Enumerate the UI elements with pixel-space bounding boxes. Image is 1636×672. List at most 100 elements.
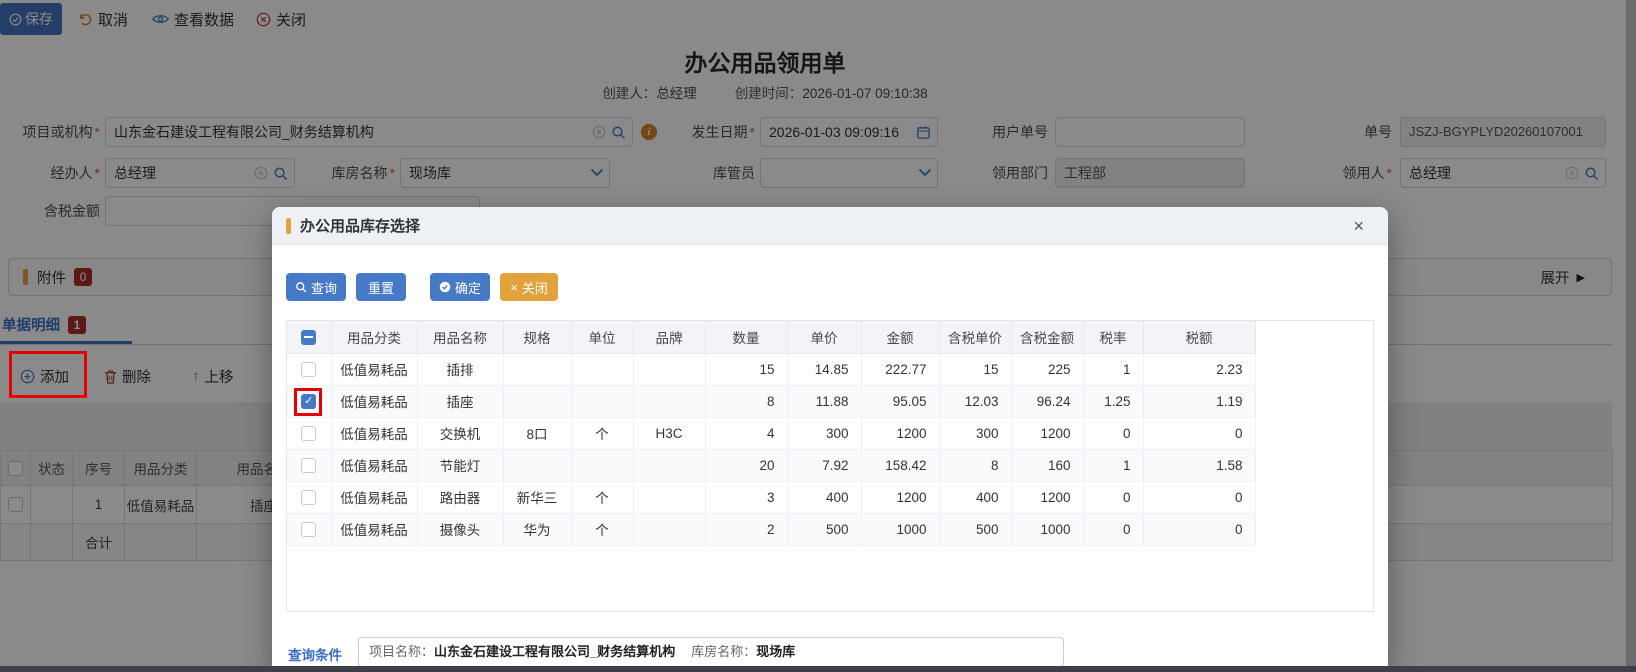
row-checkbox[interactable]: [301, 522, 316, 537]
cell: 插座: [417, 385, 503, 417]
cell: H3C: [633, 417, 705, 449]
col-tax-amount: 含税金额: [1011, 321, 1083, 353]
cell: [503, 449, 571, 481]
cell: 225: [1011, 353, 1083, 385]
cell: [633, 481, 705, 513]
dialog-close-icon[interactable]: ×: [1353, 217, 1364, 235]
cell: [633, 449, 705, 481]
screen: 保存 取消 查看数据 关闭 办公用品领用单: [0, 0, 1636, 672]
cell: 低值易耗品: [331, 481, 417, 513]
dialog-close-label: 关闭: [522, 278, 548, 297]
cell: 15: [939, 353, 1011, 385]
col-unit: 单位: [571, 321, 633, 353]
row-checkbox[interactable]: [301, 458, 316, 473]
cell: 0: [1143, 513, 1255, 545]
warehouse-name-value: 现场库: [756, 644, 795, 659]
cell: [503, 385, 571, 417]
col-tax-price: 含税单价: [939, 321, 1011, 353]
cell: 节能灯: [417, 449, 503, 481]
cell: 1200: [861, 417, 939, 449]
cell: 1000: [1011, 513, 1083, 545]
cell: 400: [787, 481, 861, 513]
cell: 160: [1011, 449, 1083, 481]
row-checkbox[interactable]: [301, 362, 316, 377]
cell: 1: [1083, 449, 1143, 481]
select-all-checkbox[interactable]: [301, 330, 316, 345]
cell: 300: [939, 417, 1011, 449]
header-checkbox-cell: [287, 321, 331, 353]
cell: 华为: [503, 513, 571, 545]
warehouse-name-label: 库房名称：: [691, 644, 756, 659]
cell: 个: [571, 513, 633, 545]
x-icon: ×: [510, 280, 518, 295]
cell: 插排: [417, 353, 503, 385]
cell: 96.24: [1011, 385, 1083, 417]
cell: 500: [787, 513, 861, 545]
query-button[interactable]: 查询: [286, 273, 346, 301]
cell: 7.92: [787, 449, 861, 481]
cell: [633, 513, 705, 545]
inventory-row: 低值易耗品 路由器 新华三 个 3 400 1200 400 1200 0 0: [287, 481, 1255, 513]
cell: 低值易耗品: [331, 417, 417, 449]
project-name-label: 项目名称：: [369, 644, 434, 659]
cell: 4: [705, 417, 787, 449]
confirm-label: 确定: [455, 278, 481, 297]
cell: [571, 385, 633, 417]
row-checkbox[interactable]: [301, 426, 316, 441]
inventory-row: 低值易耗品 插排 15 14.85 222.77 15 225 1 2.23: [287, 353, 1255, 385]
cell: 0: [1083, 481, 1143, 513]
query-condition-label: 查询条件: [288, 644, 342, 664]
cell: [503, 353, 571, 385]
cell: 1.25: [1083, 385, 1143, 417]
query-condition-box: 项目名称：山东金石建设工程有限公司_财务结算机构 库房名称：现场库: [358, 637, 1064, 667]
col-tax-rate: 税率: [1083, 321, 1143, 353]
confirm-button[interactable]: 确定: [430, 273, 490, 301]
inventory-row: 低值易耗品 交换机 8口 个 H3C 4 300 1200 300 1200 0…: [287, 417, 1255, 449]
cell: 1000: [861, 513, 939, 545]
cell: 12.03: [939, 385, 1011, 417]
cell: [571, 353, 633, 385]
col-spec: 规格: [503, 321, 571, 353]
inventory-table-container: 用品分类 用品名称 规格 单位 品牌 数量 单价 金额 含税单价 含税金额 税率…: [286, 320, 1374, 612]
cell: 1.58: [1143, 449, 1255, 481]
cell: 摄像头: [417, 513, 503, 545]
col-tax: 税额: [1143, 321, 1255, 353]
cell: 20: [705, 449, 787, 481]
check-circle-icon: [439, 281, 451, 293]
inventory-row: 低值易耗品 节能灯 20 7.92 158.42 8 160 1 1.58: [287, 449, 1255, 481]
cell: [571, 449, 633, 481]
cell: 3: [705, 481, 787, 513]
col-name: 用品名称: [417, 321, 503, 353]
col-price: 单价: [787, 321, 861, 353]
row-checkbox[interactable]: [301, 490, 316, 505]
cell: 8: [705, 385, 787, 417]
cell: 15: [705, 353, 787, 385]
cell: 个: [571, 481, 633, 513]
cell: 2: [705, 513, 787, 545]
cell: 1200: [861, 481, 939, 513]
reset-button[interactable]: 重置: [356, 273, 406, 301]
inventory-table: 用品分类 用品名称 规格 单位 品牌 数量 单价 金额 含税单价 含税金额 税率…: [287, 321, 1256, 546]
cell: 低值易耗品: [331, 353, 417, 385]
cell: 300: [787, 417, 861, 449]
cell: 0: [1143, 481, 1255, 513]
search-icon: [295, 281, 307, 293]
cell: 低值易耗品: [331, 385, 417, 417]
project-name-value: 山东金石建设工程有限公司_财务结算机构: [434, 644, 675, 659]
col-qty: 数量: [705, 321, 787, 353]
cell: 1: [1083, 353, 1143, 385]
dialog-close-button[interactable]: × 关闭: [500, 273, 558, 301]
cell: 低值易耗品: [331, 513, 417, 545]
inventory-picker-dialog: 办公用品库存选择 × 查询 重置 确定 × 关闭 用品分类 用品名称: [272, 207, 1388, 672]
cell: 11.88: [787, 385, 861, 417]
query-label: 查询: [311, 278, 337, 297]
window-bottom-edge: [0, 666, 1636, 672]
inventory-row-selected: 低值易耗品 插座 8 11.88 95.05 12.03 96.24 1.25 …: [287, 385, 1255, 417]
cell: 交换机: [417, 417, 503, 449]
annotation-add-button: [9, 351, 87, 398]
dialog-title: 办公用品库存选择: [300, 215, 420, 236]
col-amount: 金额: [861, 321, 939, 353]
col-category: 用品分类: [331, 321, 417, 353]
col-brand: 品牌: [633, 321, 705, 353]
cell: 低值易耗品: [331, 449, 417, 481]
